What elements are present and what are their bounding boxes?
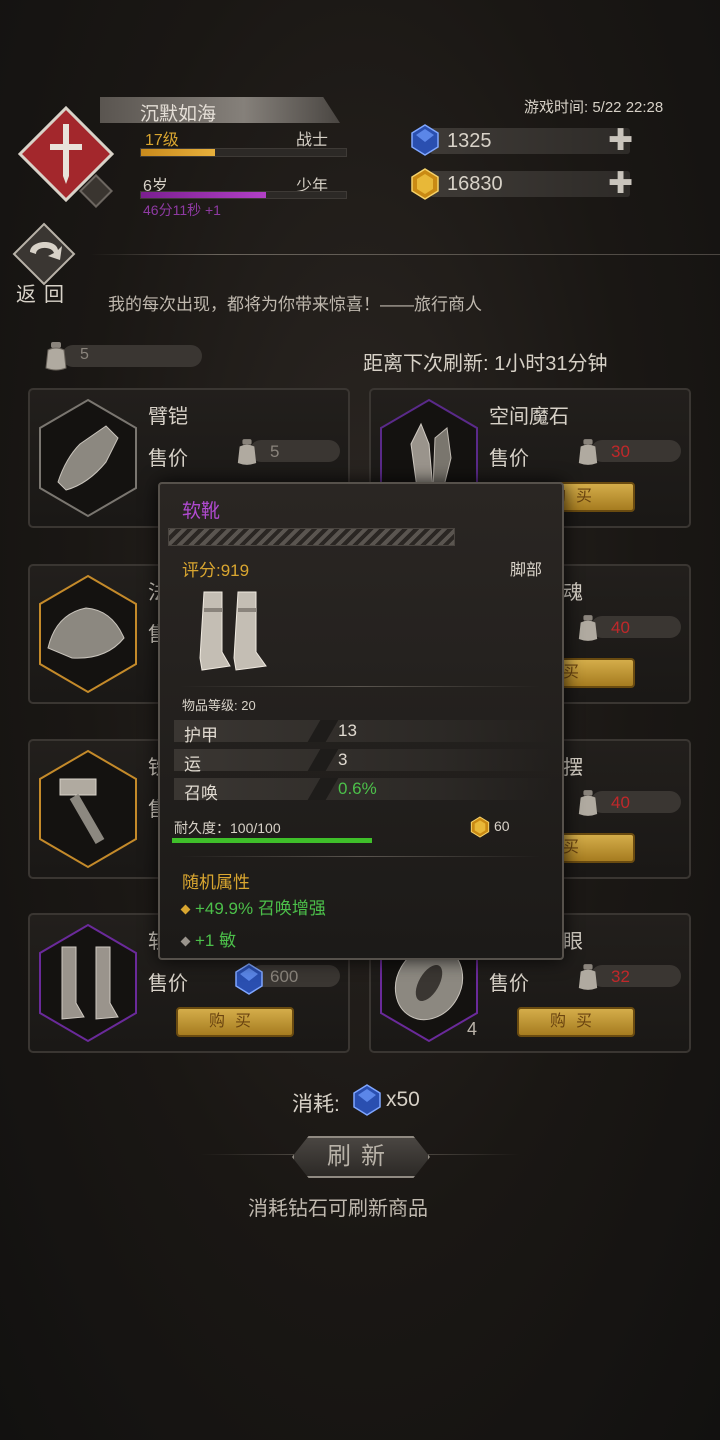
item-price: 30 bbox=[611, 442, 630, 461]
game-time: 游戏时间: 5/22 22:28 bbox=[524, 99, 664, 116]
sell-value: 60 bbox=[494, 818, 510, 834]
buy-button[interactable]: 购买 bbox=[517, 1007, 635, 1037]
boots-icon bbox=[199, 591, 267, 671]
item-frame bbox=[39, 923, 137, 1043]
price-bar bbox=[591, 616, 681, 638]
stat-name: 运 bbox=[184, 755, 201, 774]
tooltip-slot: 脚部 bbox=[510, 562, 543, 579]
pouch-icon bbox=[578, 964, 598, 990]
stat-row: 运 3 bbox=[174, 749, 552, 774]
durability-bar bbox=[172, 838, 372, 843]
player-name: 沉默如海 bbox=[140, 104, 217, 125]
xp-bar-fill bbox=[141, 149, 215, 156]
durability-label: 耐久度：100/100 bbox=[174, 820, 281, 836]
random-attr-text: +1 敏 bbox=[195, 931, 237, 950]
item-frame bbox=[39, 398, 137, 518]
refresh-hint: 消耗钻石可刷新商品 bbox=[248, 1198, 428, 1220]
item-price: 5 bbox=[270, 442, 280, 461]
refresh-button[interactable]: 刷新 bbox=[292, 1136, 430, 1178]
price-bar bbox=[591, 440, 681, 462]
tooltip-item-name: 软靴 bbox=[182, 501, 221, 522]
item-tooltip: 软靴 评分:919 脚部 物品等级: 20 护甲 13 运 3 召唤 0.6% … bbox=[158, 482, 564, 960]
add-diamond-button[interactable]: ✚ bbox=[608, 126, 633, 156]
durability-bar-fill bbox=[172, 838, 372, 843]
item-price: 40 bbox=[611, 618, 630, 637]
name-bar bbox=[100, 97, 340, 123]
random-attr-text: +49.9% 召唤增强 bbox=[195, 899, 326, 918]
xp-bar bbox=[140, 148, 347, 157]
tooltip-separator bbox=[180, 686, 540, 687]
back-arrow-icon[interactable] bbox=[12, 222, 76, 286]
gold-coin-icon bbox=[411, 168, 439, 200]
refresh-cost-value: x50 bbox=[386, 1088, 420, 1111]
item-stack-count: 4 bbox=[467, 1019, 478, 1039]
random-attrs-header: 随机属性 bbox=[182, 873, 250, 892]
stat-divider bbox=[307, 749, 339, 771]
stat-name: 护甲 bbox=[184, 726, 218, 745]
diamond-icon bbox=[411, 124, 439, 156]
price-bar bbox=[591, 791, 681, 813]
tooltip-separator bbox=[180, 856, 540, 857]
back-button[interactable]: 返回 bbox=[16, 278, 72, 307]
diamond-icon bbox=[235, 963, 263, 995]
add-gold-button[interactable]: ✚ bbox=[608, 169, 633, 199]
gold-bullet-icon bbox=[180, 904, 191, 915]
item-price: 32 bbox=[611, 967, 630, 986]
stat-value: 3 bbox=[338, 750, 348, 769]
pouch-icon bbox=[578, 439, 598, 465]
item-name: 摆 bbox=[563, 757, 583, 779]
player-class: 战士 bbox=[296, 132, 329, 149]
age-bar-fill bbox=[141, 192, 267, 198]
age-timer: 46分11秒 +1 bbox=[143, 202, 221, 218]
refresh-timer: 距离下次刷新: 1小时31分钟 bbox=[363, 353, 608, 375]
merchant-quote: 我的每次出现，都将为你带来惊喜！——旅行商人 bbox=[108, 295, 482, 314]
item-price: 40 bbox=[611, 793, 630, 812]
item-name: 臂铠 bbox=[148, 406, 188, 428]
refresh-cost-label: 消耗: bbox=[292, 1093, 340, 1116]
random-attr: +49.9% 召唤增强 bbox=[180, 894, 326, 919]
price-label: 售价 bbox=[489, 973, 529, 995]
stat-row: 护甲 13 bbox=[174, 720, 552, 745]
gold-coin-icon bbox=[470, 816, 490, 838]
stat-divider bbox=[307, 720, 339, 742]
price-label: 售价 bbox=[148, 448, 188, 470]
bag-count: 5 bbox=[80, 346, 89, 363]
grey-bullet-icon bbox=[180, 936, 191, 947]
stat-divider bbox=[307, 778, 339, 800]
pouch-icon bbox=[578, 790, 598, 816]
stat-value: 13 bbox=[338, 721, 357, 740]
pouch-icon bbox=[45, 342, 67, 371]
diamond-icon bbox=[353, 1084, 381, 1116]
item-name: 眼 bbox=[563, 931, 583, 953]
item-frame bbox=[39, 574, 137, 694]
price-bar bbox=[591, 965, 681, 987]
item-name: 空间魔石 bbox=[489, 406, 569, 428]
stat-row: 召唤 0.6% bbox=[174, 778, 552, 803]
stat-value: 0.6% bbox=[338, 779, 377, 798]
age-bar bbox=[140, 191, 347, 199]
diamond-amount: 1325 bbox=[447, 130, 492, 152]
item-price: 600 bbox=[270, 967, 299, 986]
player-level: 17级 bbox=[145, 132, 179, 149]
gold-amount: 16830 bbox=[447, 173, 503, 195]
price-label: 售价 bbox=[148, 973, 188, 995]
pouch-icon bbox=[578, 615, 598, 641]
header-divider bbox=[90, 254, 720, 255]
price-label: 售价 bbox=[489, 448, 529, 470]
item-frame bbox=[39, 749, 137, 869]
random-attr: +1 敏 bbox=[180, 926, 237, 951]
tooltip-score: 评分:919 bbox=[182, 561, 250, 580]
price-bar bbox=[250, 440, 340, 462]
tooltip-item-level: 物品等级: 20 bbox=[182, 698, 256, 713]
item-name: 魂 bbox=[563, 582, 583, 604]
pouch-icon bbox=[237, 439, 257, 465]
tooltip-rarity-stripes bbox=[168, 528, 455, 546]
stat-name: 召唤 bbox=[184, 784, 218, 803]
buy-button[interactable]: 购买 bbox=[176, 1007, 294, 1037]
top-status-area bbox=[360, 6, 560, 30]
